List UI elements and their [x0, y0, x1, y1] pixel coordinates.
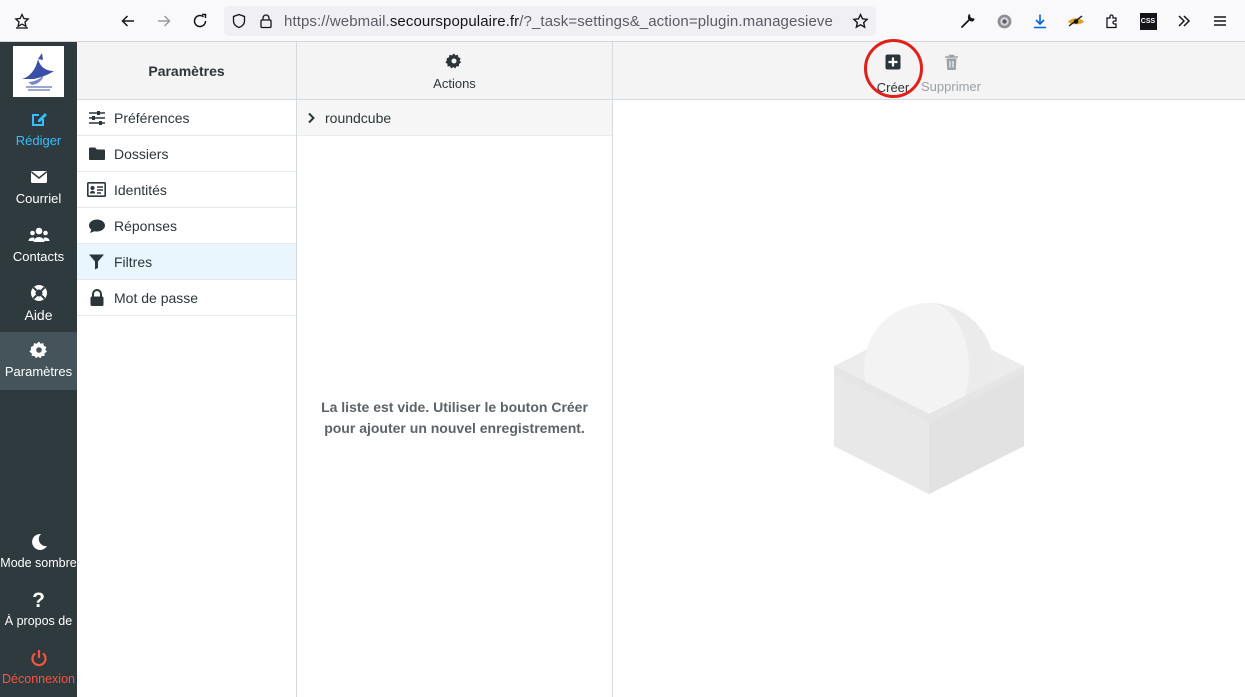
- settings-item-preferences[interactable]: Préférences: [77, 100, 296, 136]
- nav-help[interactable]: Aide: [0, 275, 77, 333]
- url-suffix: /?_task=settings&_action=plugin.managesi…: [519, 13, 833, 30]
- main-navigation: Rédiger Courriel Contacts Aide Paramètre…: [0, 42, 77, 697]
- delete-button[interactable]: Supprimer: [919, 52, 983, 94]
- comment-icon: [77, 218, 114, 234]
- power-icon: [0, 648, 77, 670]
- settings-item-label: Réponses: [114, 217, 178, 234]
- overflow-icon[interactable]: [1174, 11, 1194, 31]
- empty-line-1: La liste est vide. Utiliser le bouton Cr…: [321, 399, 588, 415]
- chevron-right-icon[interactable]: [297, 112, 325, 124]
- empty-line-2: pour ajouter un nouvel enregistrement.: [324, 420, 585, 436]
- nav-dark-mode-label: Mode sombre: [0, 556, 77, 570]
- nav-dark-mode[interactable]: Mode sombre: [0, 524, 77, 582]
- filter-icon: [77, 253, 114, 270]
- eye-extension-icon[interactable]: [1066, 11, 1086, 31]
- users-icon: [0, 225, 77, 247]
- nav-compose-label: Rédiger: [15, 133, 62, 148]
- actions-label: Actions: [433, 76, 476, 91]
- actions-button[interactable]: Actions: [433, 50, 476, 91]
- nav-about-label: À propos de: [4, 614, 73, 628]
- content-panel: Créer Supprimer: [613, 39, 1245, 697]
- nav-logout[interactable]: Déconnexion: [0, 640, 77, 697]
- compose-icon: [0, 109, 77, 131]
- reload-icon[interactable]: [190, 11, 210, 31]
- menu-icon[interactable]: [1210, 11, 1230, 31]
- nav-mail[interactable]: Courriel: [0, 159, 77, 217]
- id-card-icon: [77, 182, 114, 197]
- content-toolbar: Créer Supprimer: [613, 39, 1245, 100]
- highlight-circle: [864, 39, 923, 98]
- lock-icon[interactable]: [256, 11, 276, 31]
- envelope-icon: [0, 167, 77, 189]
- gear-icon: [0, 340, 77, 362]
- settings-item-label: Préférences: [114, 109, 190, 126]
- settings-item-label: Filtres: [114, 253, 153, 270]
- secours-populaire-logo[interactable]: [13, 46, 64, 97]
- forward-icon[interactable]: [154, 11, 174, 31]
- url-domain: secourspopulaire.fr: [389, 13, 520, 30]
- filtersets-header: Actions: [297, 42, 612, 100]
- nav-settings-label: Paramètres: [4, 364, 73, 379]
- question-icon: ?: [32, 589, 45, 612]
- bookmark-star-icon[interactable]: [12, 11, 32, 31]
- extension-badge-icon[interactable]: [994, 11, 1014, 31]
- empty-list-message: La liste est vide. Utiliser le bouton Cr…: [317, 397, 592, 439]
- nav-logout-label: Déconnexion: [2, 672, 75, 686]
- settings-item-password[interactable]: Mot de passe: [77, 280, 296, 316]
- back-icon[interactable]: [118, 11, 138, 31]
- nav-compose[interactable]: Rédiger: [0, 101, 77, 159]
- nav-contacts-label: Contacts: [12, 249, 65, 264]
- nav-mail-label: Courriel: [15, 191, 62, 206]
- folder-icon: [77, 146, 114, 161]
- shield-icon[interactable]: [229, 11, 249, 31]
- sliders-icon: [77, 110, 114, 126]
- settings-header: Paramètres: [77, 42, 296, 100]
- nav-about[interactable]: ? À propos de: [0, 582, 77, 640]
- download-icon[interactable]: [1030, 11, 1050, 31]
- puzzle-icon[interactable]: [1102, 11, 1122, 31]
- css-badge: CSS: [1139, 12, 1157, 30]
- settings-item-identities[interactable]: Identités: [77, 172, 296, 208]
- lifebuoy-icon: [0, 283, 77, 305]
- settings-item-label: Dossiers: [114, 145, 169, 162]
- url-prefix: https://webmail.: [284, 13, 390, 30]
- settings-item-label: Identités: [114, 181, 167, 198]
- filterset-roundcube[interactable]: roundcube: [297, 100, 612, 136]
- settings-title: Paramètres: [148, 62, 225, 79]
- nav-help-label: Aide: [24, 307, 53, 323]
- settings-item-responses[interactable]: Réponses: [77, 208, 296, 244]
- trash-icon: [919, 54, 983, 76]
- moon-icon: [0, 532, 77, 554]
- gear-icon: [433, 52, 476, 74]
- watermark-illustration: [833, 302, 1025, 494]
- settings-item-folders[interactable]: Dossiers: [77, 136, 296, 172]
- css-icon[interactable]: CSS: [1138, 11, 1158, 31]
- browser-toolbar: https://webmail.secourspopulaire.fr/?_ta…: [0, 0, 1245, 42]
- lock-icon: [77, 288, 114, 307]
- settings-list-panel: Paramètres Préférences Dossiers Identité…: [77, 42, 297, 697]
- delete-label: Supprimer: [921, 79, 981, 94]
- wrench-icon[interactable]: [958, 11, 978, 31]
- star-icon[interactable]: [850, 11, 870, 31]
- nav-settings[interactable]: Paramètres: [0, 332, 77, 390]
- settings-item-filters[interactable]: Filtres: [77, 244, 296, 280]
- nav-contacts[interactable]: Contacts: [0, 217, 77, 275]
- settings-item-label: Mot de passe: [114, 289, 199, 306]
- url-text[interactable]: https://webmail.secourspopulaire.fr/?_ta…: [284, 13, 833, 30]
- filterset-name: roundcube: [325, 109, 392, 126]
- filtersets-panel: Actions roundcube La liste est vide. Uti…: [297, 42, 613, 697]
